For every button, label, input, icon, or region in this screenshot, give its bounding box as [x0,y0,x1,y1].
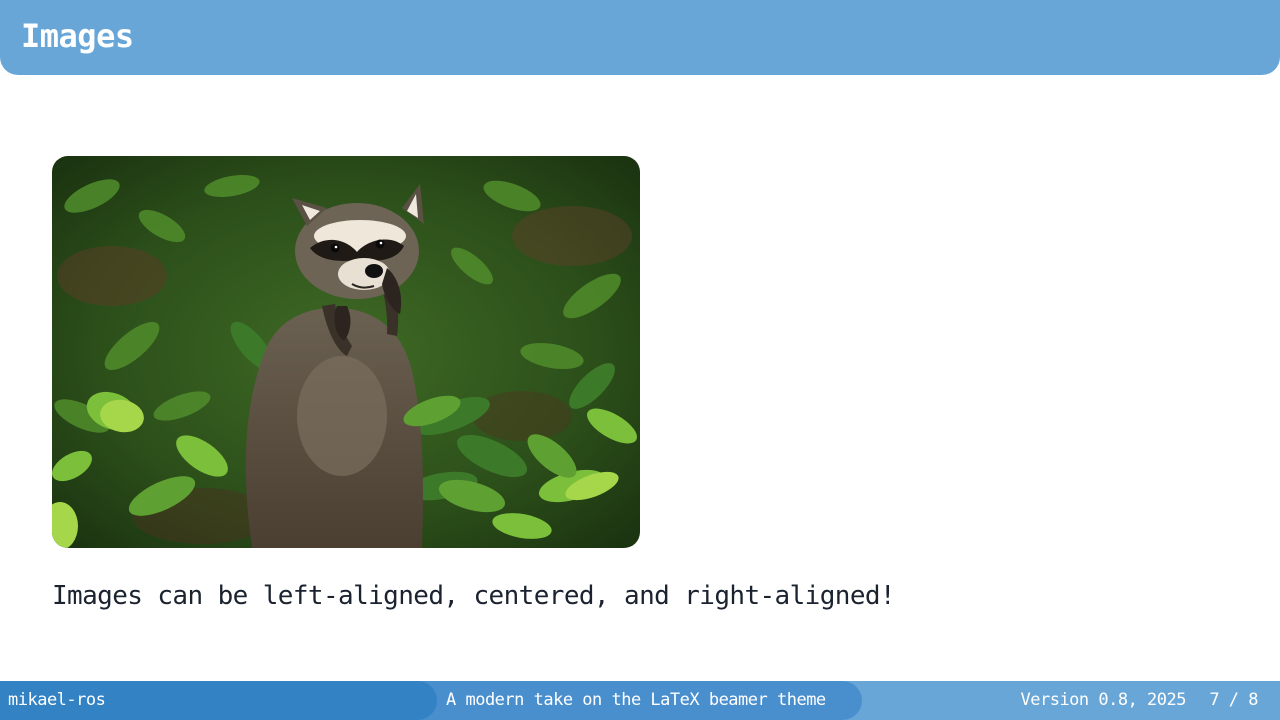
slide-title: Images [21,17,134,55]
slide-header: Images [0,0,1280,75]
footer-version: Version 0.8, 2025 [1020,690,1187,710]
footer-subtitle: A modern take on the LaTeX beamer theme [446,690,826,710]
footer-page-number: 7 / 8 [1209,690,1258,710]
raccoon-photo [52,156,640,548]
slide-footer: mikael-ros A modern take on the LaTeX be… [0,681,1280,720]
footer-author: mikael-ros [8,690,106,710]
slide-caption: Images can be left-aligned, centered, an… [52,581,896,611]
